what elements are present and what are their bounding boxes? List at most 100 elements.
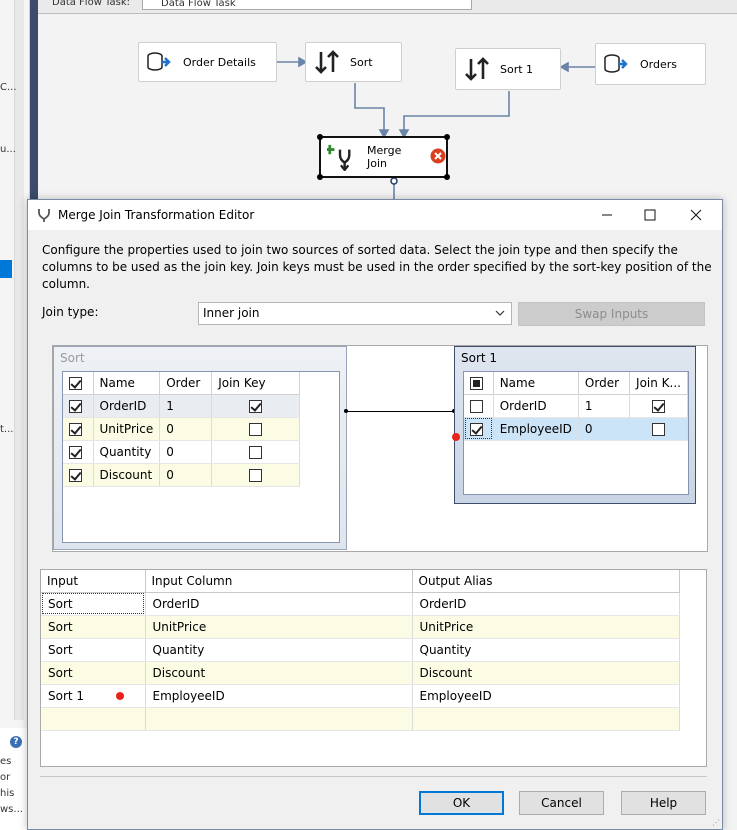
join-key-checkbox[interactable] [652, 422, 666, 436]
sort1-transform[interactable]: Sort 1 [455, 48, 561, 90]
join-key-checkbox[interactable] [249, 468, 263, 482]
truncated-text: ws... [0, 804, 23, 815]
resize-handle[interactable] [317, 134, 323, 140]
swap-inputs-button[interactable]: Swap Inputs [518, 302, 705, 326]
column-header: Name [93, 372, 161, 395]
join-key-checkbox[interactable] [249, 445, 263, 459]
join-key-checkbox[interactable] [652, 399, 666, 413]
dialog-titlebar[interactable]: Merge Join Transformation Editor [28, 200, 722, 230]
join-key-checkbox[interactable] [249, 422, 263, 436]
output-table: Input Input Column Output Alias Sort Ord… [41, 570, 680, 731]
node-label: Merge Join [367, 144, 402, 170]
resize-handle[interactable] [444, 134, 450, 140]
truncated-text: es [0, 756, 12, 767]
sort-icon [464, 56, 490, 82]
close-button[interactable] [673, 200, 719, 230]
column-checkbox[interactable] [69, 468, 82, 482]
input-cell[interactable]: Sort [41, 638, 146, 662]
orders-source[interactable]: Orders [595, 43, 706, 85]
input-value: Sort 1 [48, 688, 85, 703]
error-icon [430, 148, 446, 167]
input-column-cell[interactable]: Discount [145, 661, 413, 685]
order-details-source[interactable]: Order Details [138, 42, 277, 82]
column-checkbox[interactable] [470, 422, 483, 436]
join-key-checkbox[interactable] [249, 399, 263, 413]
output-row[interactable]: Sort UnitPrice UnitPrice [41, 615, 680, 639]
output-alias-cell[interactable]: UnitPrice [412, 615, 680, 639]
column-row[interactable]: OrderID 1 [464, 394, 688, 418]
input-cell[interactable]: Sort [41, 661, 146, 685]
column-header: Order [159, 372, 213, 395]
join-mapping-panel: Sort Name Order Join Key OrderID 1 UnitP… [52, 345, 708, 552]
left-input-columns: Name Order Join Key OrderID 1 UnitPrice … [62, 371, 340, 543]
join-type-value: Inner join [203, 306, 260, 320]
output-columns-grid[interactable]: Input Input Column Output Alias Sort Ord… [40, 569, 707, 767]
truncated-text: or [0, 772, 11, 783]
column-row[interactable]: Quantity 0 [63, 440, 301, 464]
output-row[interactable]: Sort Quantity Quantity [41, 638, 680, 662]
help-icon[interactable]: ? [10, 736, 22, 748]
input-cell[interactable] [41, 707, 146, 731]
column-header: Input [41, 570, 146, 593]
output-alias-cell[interactable]: Discount [412, 661, 680, 685]
input-cell[interactable]: Sort 1 [41, 684, 146, 708]
dialog-title: Merge Join Transformation Editor [58, 208, 255, 222]
join-key-link [346, 411, 454, 412]
output-row-new[interactable] [41, 707, 680, 731]
help-button[interactable]: Help [621, 791, 706, 815]
node-label: Sort [350, 55, 373, 69]
column-order: 0 [159, 417, 213, 441]
resize-grip-icon[interactable]: ⋰ [712, 818, 720, 827]
input-column-cell[interactable]: OrderID [145, 592, 413, 616]
right-columns-table: Name Order Join K... OrderID 1 EmployeeI… [464, 372, 688, 441]
output-row[interactable]: Sort 1 EmployeeID EmployeeID [41, 684, 680, 708]
select-all-checkbox[interactable] [69, 376, 82, 390]
minimize-button[interactable] [584, 200, 630, 230]
column-row[interactable]: UnitPrice 0 [63, 417, 301, 441]
column-header: Name [493, 372, 579, 395]
output-alias-cell[interactable] [412, 707, 680, 731]
column-header: Join K... [629, 372, 688, 395]
join-type-dropdown[interactable]: Inner join [198, 302, 512, 325]
column-name: EmployeeID [493, 417, 579, 441]
right-input-window[interactable]: Sort 1 Name Order Join K... OrderID 1 Em… [454, 346, 696, 504]
sort-transform[interactable]: Sort [305, 42, 402, 82]
ok-button[interactable]: OK [419, 791, 504, 815]
selected-item-marker [0, 260, 12, 278]
input-cell[interactable]: Sort [41, 592, 146, 616]
merge-join-transform[interactable]: Merge Join [317, 134, 450, 180]
column-checkbox[interactable] [69, 399, 82, 413]
annotation-dot [116, 692, 125, 700]
input-column-cell[interactable]: UnitPrice [145, 615, 413, 639]
input-column-cell[interactable]: EmployeeID [145, 684, 413, 708]
truncated-text: his [0, 788, 15, 799]
output-alias-cell[interactable]: Quantity [412, 638, 680, 662]
column-checkbox[interactable] [470, 399, 483, 413]
resize-handle[interactable] [444, 174, 450, 180]
merge-join-icon [37, 208, 51, 225]
input-cell[interactable]: Sort [41, 615, 146, 639]
input-column-cell[interactable] [145, 707, 413, 731]
column-checkbox[interactable] [69, 445, 82, 459]
input-column-cell[interactable]: Quantity [145, 638, 413, 662]
column-row[interactable]: OrderID 1 [63, 394, 301, 418]
output-row[interactable]: Sort Discount Discount [41, 661, 680, 685]
maximize-button[interactable] [627, 200, 673, 230]
cancel-button[interactable]: Cancel [519, 791, 604, 815]
resize-handle[interactable] [317, 174, 323, 180]
node-label: Order Details [183, 55, 256, 69]
column-checkbox[interactable] [69, 422, 82, 436]
left-input-window[interactable]: Sort Name Order Join Key OrderID 1 UnitP… [53, 346, 347, 550]
column-row-selected[interactable]: EmployeeID 0 [464, 417, 688, 441]
column-header: Output Alias [412, 570, 680, 593]
output-row[interactable]: Sort OrderID OrderID [41, 592, 680, 616]
select-all-checkbox[interactable] [470, 376, 483, 390]
output-alias-cell[interactable]: EmployeeID [412, 684, 680, 708]
column-row[interactable]: Discount 0 [63, 463, 301, 487]
output-alias-cell[interactable]: OrderID [412, 592, 680, 616]
source-icon [604, 51, 630, 77]
column-name: UnitPrice [93, 417, 161, 441]
column-name: OrderID [93, 394, 161, 418]
divider [40, 776, 707, 777]
column-name: Quantity [93, 440, 161, 464]
